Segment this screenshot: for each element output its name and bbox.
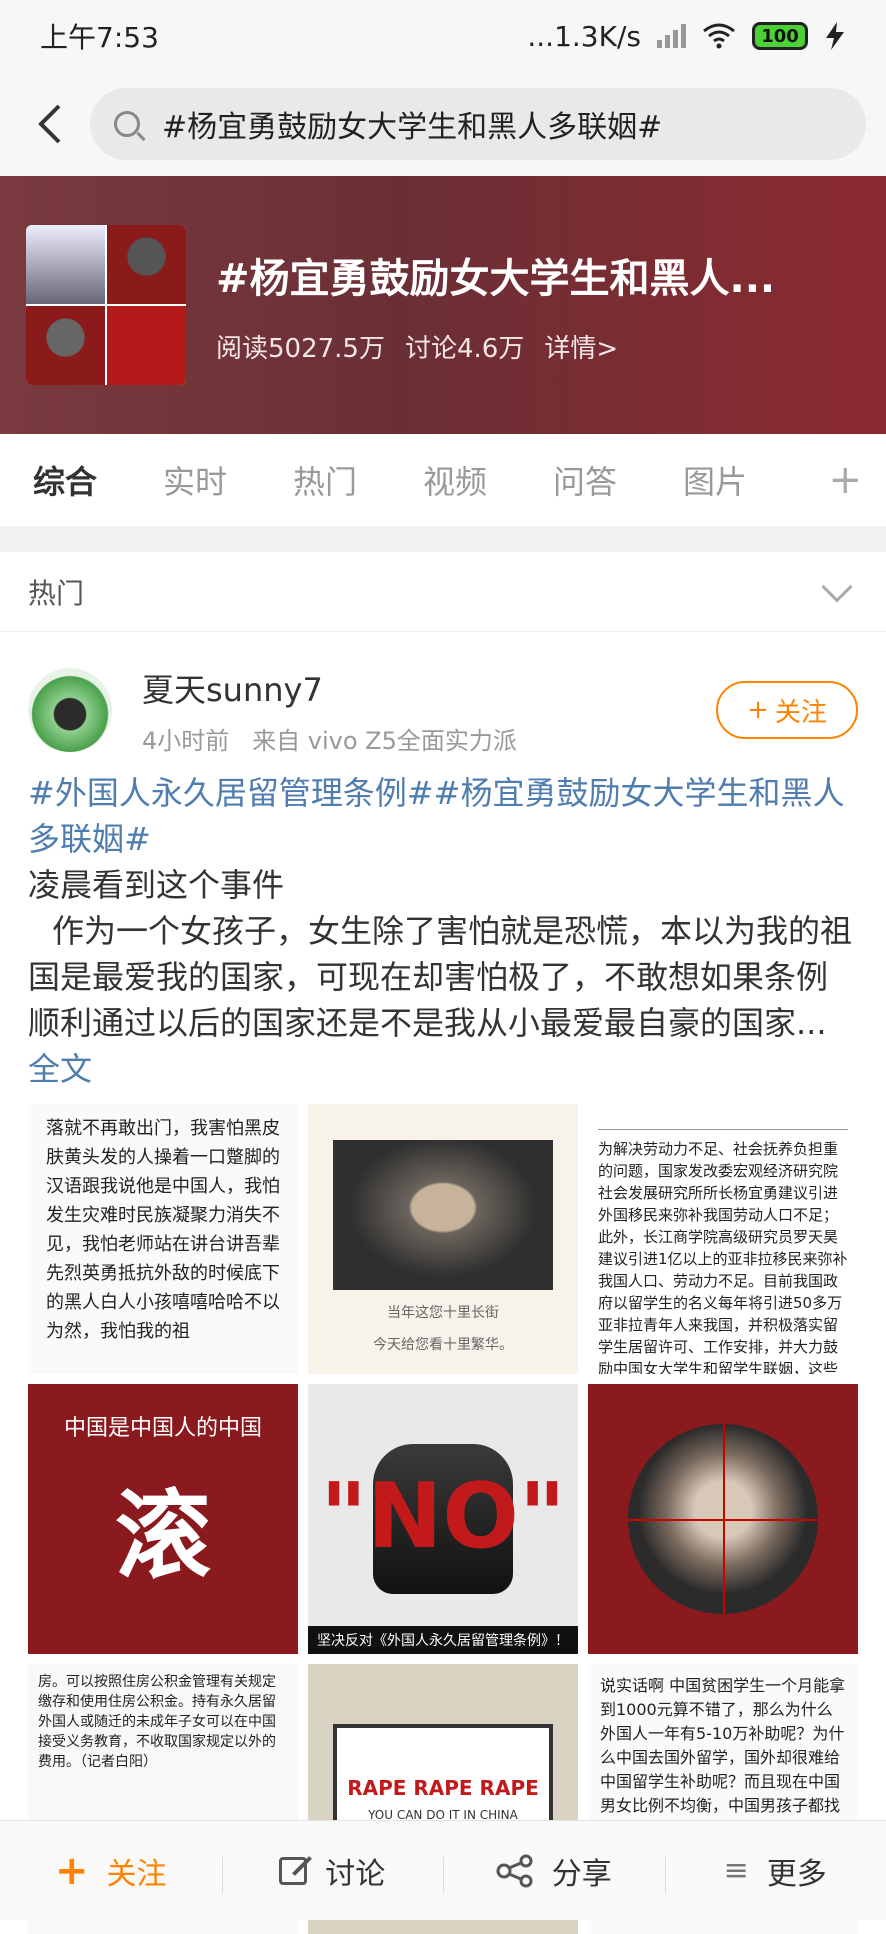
image-8-heading: RAPE RAPE RAPE bbox=[347, 1776, 539, 1800]
post-line1: 凌晨看到这个事件 bbox=[28, 862, 858, 908]
status-time: 上午7:53 bbox=[40, 16, 159, 56]
image-2-caption-2: 今天给您看十里繁华。 bbox=[373, 1334, 513, 1354]
post-meta: 4小时前 来自 vivo Z5全面实力派 bbox=[142, 721, 716, 756]
share-icon bbox=[496, 1854, 534, 1888]
topic-banner: #杨宜勇鼓励女大学生和黑人... 阅读5027.5万 讨论4.6万 详情> bbox=[0, 176, 886, 434]
network-speed: ...1.3K/s bbox=[527, 20, 641, 53]
user-name[interactable]: 夏天sunny7 bbox=[142, 665, 716, 711]
image-grid: 落就不再敢出门，我害怕黑皮肤黄头发的人操着一口蹩脚的汉语跟我说他是中国人，我怕发… bbox=[28, 1104, 858, 1934]
post-text: 作为一个女孩子，女生除了害怕就是恐慌，本以为我的祖国是最爱我的国家，可现在却害怕… bbox=[28, 912, 852, 1042]
post-header: 夏天sunny7 4小时前 来自 vivo Z5全面实力派 + 关注 bbox=[0, 660, 886, 760]
full-text-link[interactable]: 全文 bbox=[28, 1050, 92, 1088]
topic-thumbnail bbox=[26, 225, 186, 385]
section-divider bbox=[0, 526, 886, 552]
search-header: #杨宜勇鼓励女大学生和黑人多联姻# bbox=[0, 72, 886, 176]
share-label: 分享 bbox=[552, 1849, 612, 1893]
bottom-follow-label: 关注 bbox=[107, 1849, 167, 1893]
bottom-follow-button[interactable]: + 关注 bbox=[0, 1848, 222, 1894]
post-time: 4小时前 bbox=[142, 727, 229, 755]
tab-qa[interactable]: 问答 bbox=[520, 457, 650, 503]
follow-label: 关注 bbox=[775, 692, 827, 729]
post-image-3[interactable]: 为解决劳动力不足、社会抚养负担重的问题，国家发改委宏观经济研究院社会发展研究所所… bbox=[588, 1104, 858, 1374]
avatar[interactable] bbox=[28, 668, 112, 752]
post-body: #外国人永久居留管理条例##杨宜勇鼓励女大学生和黑人多联姻# 凌晨看到这个事件 … bbox=[28, 770, 858, 1092]
portrait-photo bbox=[333, 1140, 553, 1290]
add-tab-icon[interactable]: + bbox=[828, 457, 862, 503]
image-2-caption-1: 当年这您十里长街 bbox=[387, 1302, 499, 1322]
share-button[interactable]: 分享 bbox=[443, 1849, 665, 1893]
tab-realtime[interactable]: 实时 bbox=[130, 457, 260, 503]
image-4-line: 中国是中国人的中国 bbox=[64, 1410, 262, 1442]
more-label: 更多 bbox=[767, 1849, 827, 1893]
battery-icon: 100 bbox=[752, 22, 808, 50]
search-input[interactable]: #杨宜勇鼓励女大学生和黑人多联姻# bbox=[90, 88, 866, 160]
post-image-6[interactable] bbox=[588, 1384, 858, 1654]
crosshair-icon bbox=[628, 1424, 818, 1614]
tab-comprehensive[interactable]: 综合 bbox=[0, 457, 130, 503]
signal-icon bbox=[657, 24, 686, 48]
status-icons: ...1.3K/s 100 bbox=[527, 20, 846, 53]
back-arrow-icon bbox=[35, 102, 65, 146]
chevron-down-icon[interactable] bbox=[821, 571, 852, 602]
section-label: 热门 bbox=[28, 572, 84, 612]
bottom-action-bar: + 关注 讨论 分享 ≡ 更多 bbox=[0, 1820, 886, 1920]
wifi-icon bbox=[702, 23, 736, 49]
back-button[interactable] bbox=[20, 94, 80, 154]
image-5-word: "NO" bbox=[320, 1464, 566, 1569]
post-hashtags[interactable]: #外国人永久居留管理条例##杨宜勇鼓励女大学生和黑人多联姻# bbox=[28, 770, 858, 862]
post-image-2[interactable]: 当年这您十里长街 今天给您看十里繁华。 bbox=[308, 1104, 578, 1374]
post-image-4[interactable]: 中国是中国人的中国 滚 bbox=[28, 1384, 298, 1654]
follow-button[interactable]: + 关注 bbox=[716, 681, 858, 739]
topic-reads: 阅读5027.5万 bbox=[216, 328, 385, 365]
charging-icon bbox=[824, 22, 846, 50]
topic-details-link[interactable]: 详情> bbox=[544, 328, 618, 365]
status-bar: 上午7:53 ...1.3K/s 100 bbox=[0, 0, 886, 72]
tab-hot[interactable]: 热门 bbox=[260, 457, 390, 503]
discuss-label: 讨论 bbox=[325, 1849, 385, 1893]
image-3-text: 为解决劳动力不足、社会抚养负担重的问题，国家发改委宏观经济研究院社会发展研究所所… bbox=[598, 1140, 848, 1374]
image-1-text: 落就不再敢出门，我害怕黑皮肤黄头发的人操着一口蹩脚的汉语跟我说他是中国人，我怕发… bbox=[46, 1118, 280, 1342]
topic-discussions: 讨论4.6万 bbox=[405, 328, 524, 365]
tab-video[interactable]: 视频 bbox=[390, 457, 520, 503]
discuss-button[interactable]: 讨论 bbox=[222, 1849, 444, 1893]
post-image-1[interactable]: 落就不再敢出门，我害怕黑皮肤黄头发的人操着一口蹩脚的汉语跟我说他是中国人，我怕发… bbox=[28, 1104, 298, 1374]
table-strip bbox=[598, 1110, 848, 1130]
edit-icon bbox=[279, 1857, 307, 1885]
menu-icon: ≡ bbox=[724, 1853, 749, 1888]
topic-title: #杨宜勇鼓励女大学生和黑人... bbox=[216, 246, 856, 304]
search-icon bbox=[114, 111, 140, 137]
plus-icon: + bbox=[747, 695, 769, 725]
tab-bar: 综合 实时 热门 视频 问答 图片 + bbox=[0, 434, 886, 526]
image-7-text: 房。可以按照住房公积金管理有关规定缴存和使用住房公积金。持有永久居留外国人或随迁… bbox=[38, 1674, 276, 1770]
tab-images[interactable]: 图片 bbox=[650, 457, 780, 503]
search-query: #杨宜勇鼓励女大学生和黑人多联姻# bbox=[162, 102, 662, 146]
hot-section-header[interactable]: 热门 bbox=[0, 552, 886, 632]
post-source: 来自 vivo Z5全面实力派 bbox=[252, 727, 517, 755]
image-4-big: 滚 bbox=[115, 1458, 211, 1597]
more-button[interactable]: ≡ 更多 bbox=[665, 1849, 886, 1893]
post-image-5[interactable]: "NO" 坚决反对《外国人永久居留管理条例》！ bbox=[308, 1384, 578, 1654]
image-5-footer: 坚决反对《外国人永久居留管理条例》！ bbox=[308, 1626, 578, 1654]
plus-icon: + bbox=[55, 1848, 89, 1894]
